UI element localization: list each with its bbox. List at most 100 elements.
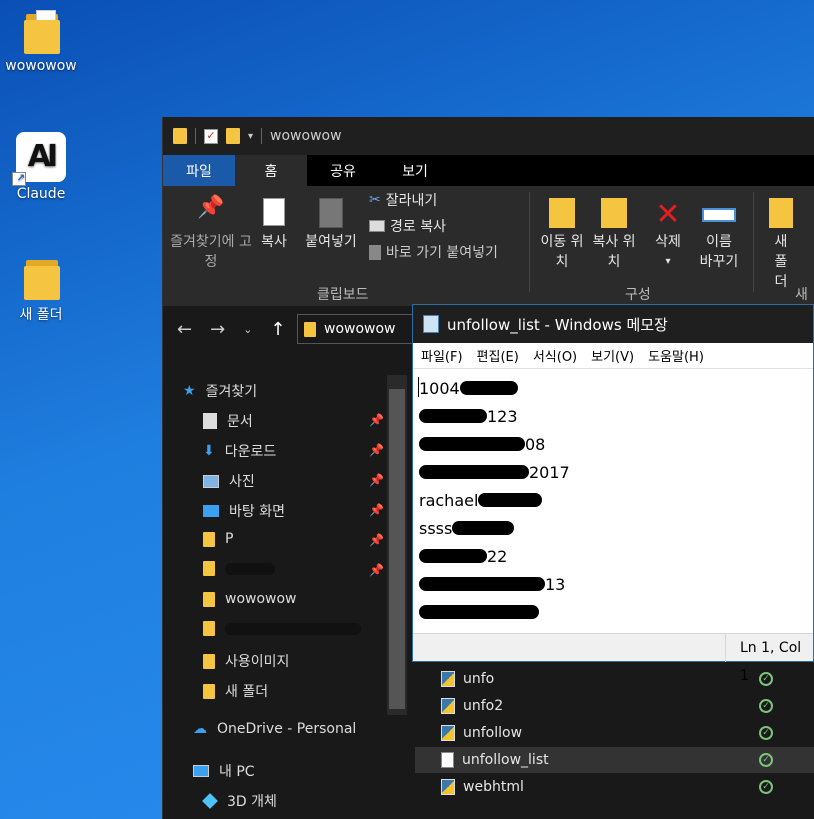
python-file-icon xyxy=(441,698,455,714)
nav-item-usage-images[interactable]: 사용이미지 xyxy=(203,651,289,671)
nav-item-redacted[interactable] xyxy=(203,561,275,576)
menu-help[interactable]: 도움말(H) xyxy=(648,346,704,365)
download-icon: ⬇ xyxy=(203,443,215,459)
pin-icon[interactable]: 📌 xyxy=(369,443,384,457)
text-line: 123 xyxy=(419,405,518,427)
text-line: 08 xyxy=(419,433,545,455)
paste-button[interactable]: 붙여넣기 xyxy=(299,198,363,252)
new-folder-icon xyxy=(757,198,805,232)
copy-icon xyxy=(253,198,295,232)
navigation-pane: ★ 즐겨찾기 문서 📌 ⬇ 다운로드 📌 사진 📌 바탕 화면 📌 P 📌 📌 … xyxy=(163,375,409,819)
nav-item-documents[interactable]: 문서 xyxy=(203,411,253,431)
menu-file[interactable]: 파일(F) xyxy=(421,346,463,365)
ribbon-tabs: 파일 홈 공유 보기 xyxy=(163,155,814,186)
up-arrow-icon[interactable]: ↑ xyxy=(270,319,285,340)
file-row-webhtml[interactable]: webhtml ✓ xyxy=(415,774,814,800)
explorer-titlebar: ✓ ▾ wowowow xyxy=(163,117,814,155)
redaction-scribble xyxy=(419,437,525,451)
text-line: 2017 xyxy=(419,461,570,483)
redaction-scribble xyxy=(419,577,545,591)
menu-edit[interactable]: 편집(E) xyxy=(477,346,519,365)
window-title: wowowow xyxy=(270,128,342,144)
move-to-icon xyxy=(537,198,587,232)
nav-item-desktop[interactable]: 바탕 화면 xyxy=(203,501,285,521)
cube-icon xyxy=(202,793,218,809)
text-line xyxy=(419,601,539,623)
pin-icon[interactable]: 📌 xyxy=(369,503,384,517)
cursor-position: Ln 1, Col 1 xyxy=(725,634,813,684)
move-to-button[interactable]: 이동 위치 xyxy=(537,198,587,272)
file-row-unfo[interactable]: unfo ✓ xyxy=(415,666,814,692)
folder-icon xyxy=(203,531,215,547)
new-folder-qa-icon[interactable] xyxy=(226,128,240,144)
qa-dropdown-icon[interactable]: ▾ xyxy=(248,131,253,142)
pictures-icon xyxy=(203,474,219,488)
paste-shortcut-button[interactable]: 바로 가기 붙여넣기 xyxy=(369,242,498,262)
nav-quick-access[interactable]: ★ 즐겨찾기 xyxy=(183,381,257,401)
nav-item-p[interactable]: P xyxy=(203,531,233,547)
redaction-scribble xyxy=(419,409,487,423)
text-line: 123 xyxy=(419,627,546,632)
file-row-unfollow-list[interactable]: unfollow_list ✓ xyxy=(415,747,814,773)
folder-icon xyxy=(203,561,215,576)
menu-view[interactable]: 보기(V) xyxy=(591,346,634,365)
nav-item-redacted-2[interactable] xyxy=(203,621,361,636)
forward-arrow-icon[interactable]: → xyxy=(210,319,225,340)
rename-button[interactable]: 이름 바꾸기 xyxy=(695,198,743,272)
delete-x-icon: ✕ xyxy=(655,197,681,232)
nav-this-pc[interactable]: 내 PC xyxy=(193,761,255,781)
desktop-icon-wowowow[interactable]: wowowow xyxy=(1,8,81,74)
nav-item-pictures[interactable]: 사진 xyxy=(203,471,255,491)
notepad-window: unfollow_list - Windows 메모장 파일(F) 편집(E) … xyxy=(412,304,814,684)
copy-button[interactable]: 복사 xyxy=(253,198,295,252)
pin-icon[interactable]: 📌 xyxy=(369,413,384,427)
notepad-text-area[interactable]: 1004 123 08 2017 rachael ssss 22 13 123 xyxy=(413,369,813,631)
file-row-unfo2[interactable]: unfo2 ✓ xyxy=(415,693,814,719)
nav-3d-objects[interactable]: 3D 개체 xyxy=(202,791,277,811)
nav-onedrive[interactable]: ☁ OneDrive - Personal xyxy=(193,721,356,737)
back-arrow-icon[interactable]: ← xyxy=(177,319,192,340)
nav-item-downloads[interactable]: ⬇ 다운로드 xyxy=(203,441,276,461)
copy-path-icon xyxy=(369,220,385,232)
tab-home[interactable]: 홈 xyxy=(235,155,307,186)
file-row-unfollow[interactable]: unfollow ✓ xyxy=(415,720,814,746)
tab-view[interactable]: 보기 xyxy=(379,155,451,186)
copy-to-button[interactable]: 복사 위치 xyxy=(589,198,639,272)
new-folder-button[interactable]: 새 폴더 xyxy=(757,198,805,292)
redaction-scribble xyxy=(452,521,515,535)
pin-icon[interactable]: 📌 xyxy=(369,533,384,547)
redaction-scribble xyxy=(225,622,361,635)
address-bar[interactable]: wowowow xyxy=(297,314,417,344)
delete-button[interactable]: ✕ 삭제 ▾ xyxy=(643,198,693,272)
copy-to-icon xyxy=(589,198,639,232)
nav-item-new-folder[interactable]: 새 폴더 xyxy=(203,681,268,701)
notepad-menubar: 파일(F) 편집(E) 서식(O) 보기(V) 도움말(H) xyxy=(413,343,813,369)
cut-button[interactable]: ✂ 잘라내기 xyxy=(369,190,437,210)
nav-scrollbar[interactable] xyxy=(387,375,407,715)
recent-dropdown-icon[interactable]: ⌄ xyxy=(243,323,252,336)
python-file-icon xyxy=(441,725,455,741)
text-line: 1004 xyxy=(419,377,518,399)
tab-share[interactable]: 공유 xyxy=(307,155,379,186)
desktop-icon-claude[interactable]: AI ↗ Claude xyxy=(1,132,81,202)
desktop-icon-new-folder[interactable]: 새 폴더 xyxy=(1,254,81,324)
paste-shortcut-icon xyxy=(369,244,381,260)
tab-file[interactable]: 파일 xyxy=(163,155,235,186)
text-line: 22 xyxy=(419,545,507,567)
pin-quick-access-button[interactable]: 📌 즐겨찾기에 고정 xyxy=(169,197,253,272)
pin-icon[interactable]: 📌 xyxy=(369,473,384,487)
notepad-titlebar: unfollow_list - Windows 메모장 xyxy=(413,305,813,343)
desktop-icon-label: Claude xyxy=(16,186,66,202)
synced-check-icon: ✓ xyxy=(759,726,773,740)
copy-path-button[interactable]: 경로 복사 xyxy=(369,216,446,236)
notepad-icon xyxy=(423,315,439,333)
claude-app-icon: AI ↗ xyxy=(12,132,66,186)
python-file-icon xyxy=(441,671,455,687)
folder-icon xyxy=(203,591,215,607)
folder-icon xyxy=(173,128,187,144)
properties-icon[interactable]: ✓ xyxy=(204,128,218,144)
nav-item-wowowow[interactable]: wowowow xyxy=(203,591,297,607)
pin-icon[interactable]: 📌 xyxy=(369,563,384,577)
menu-format[interactable]: 서식(O) xyxy=(533,346,577,365)
group-organize: 구성 xyxy=(625,287,651,303)
